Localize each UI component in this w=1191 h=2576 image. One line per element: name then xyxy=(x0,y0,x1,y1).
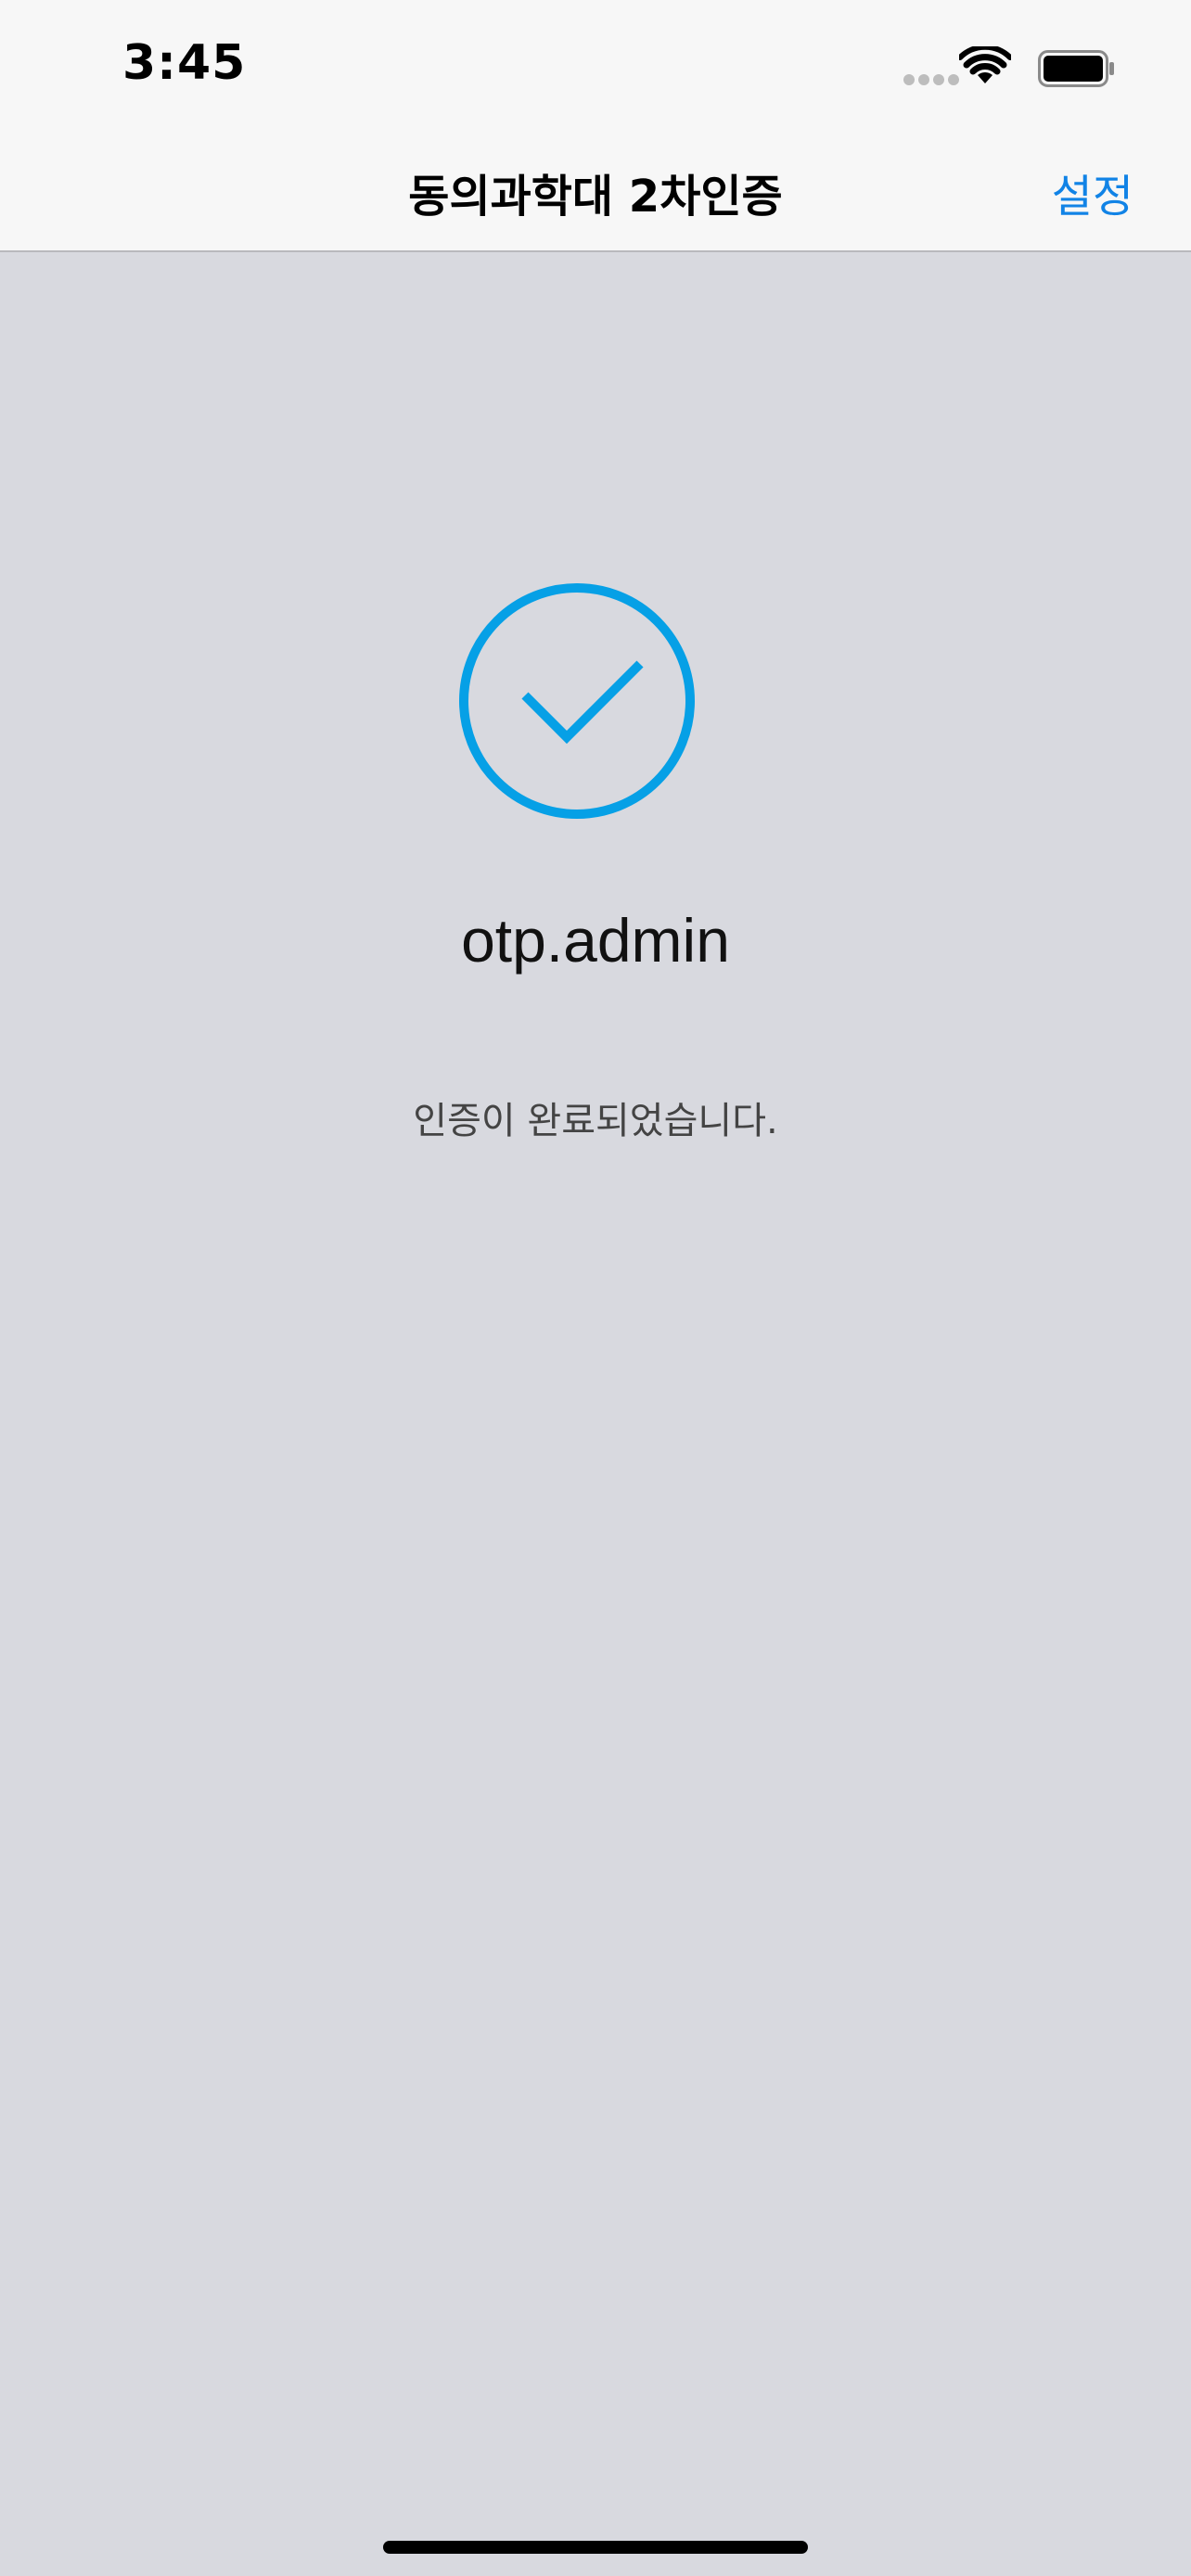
page-title: 동의과학대 2차인증 xyxy=(408,171,783,223)
status-time: 3:45 xyxy=(122,35,247,91)
battery-icon xyxy=(1038,50,1114,87)
home-indicator[interactable] xyxy=(383,2541,808,2554)
screen: 3:45 동의과학대 2차인증 설정 otp.admin 인증이 완료되었습니다… xyxy=(0,0,1191,2576)
wifi-icon xyxy=(959,46,1011,83)
username-label: otp.admin xyxy=(461,906,730,975)
auth-complete-message: 인증이 완료되었습니다. xyxy=(413,1100,778,1142)
top-bar: 3:45 동의과학대 2차인증 설정 xyxy=(0,0,1191,252)
settings-button[interactable]: 설정 xyxy=(1052,159,1133,224)
checkmark-circle-icon xyxy=(459,583,695,819)
